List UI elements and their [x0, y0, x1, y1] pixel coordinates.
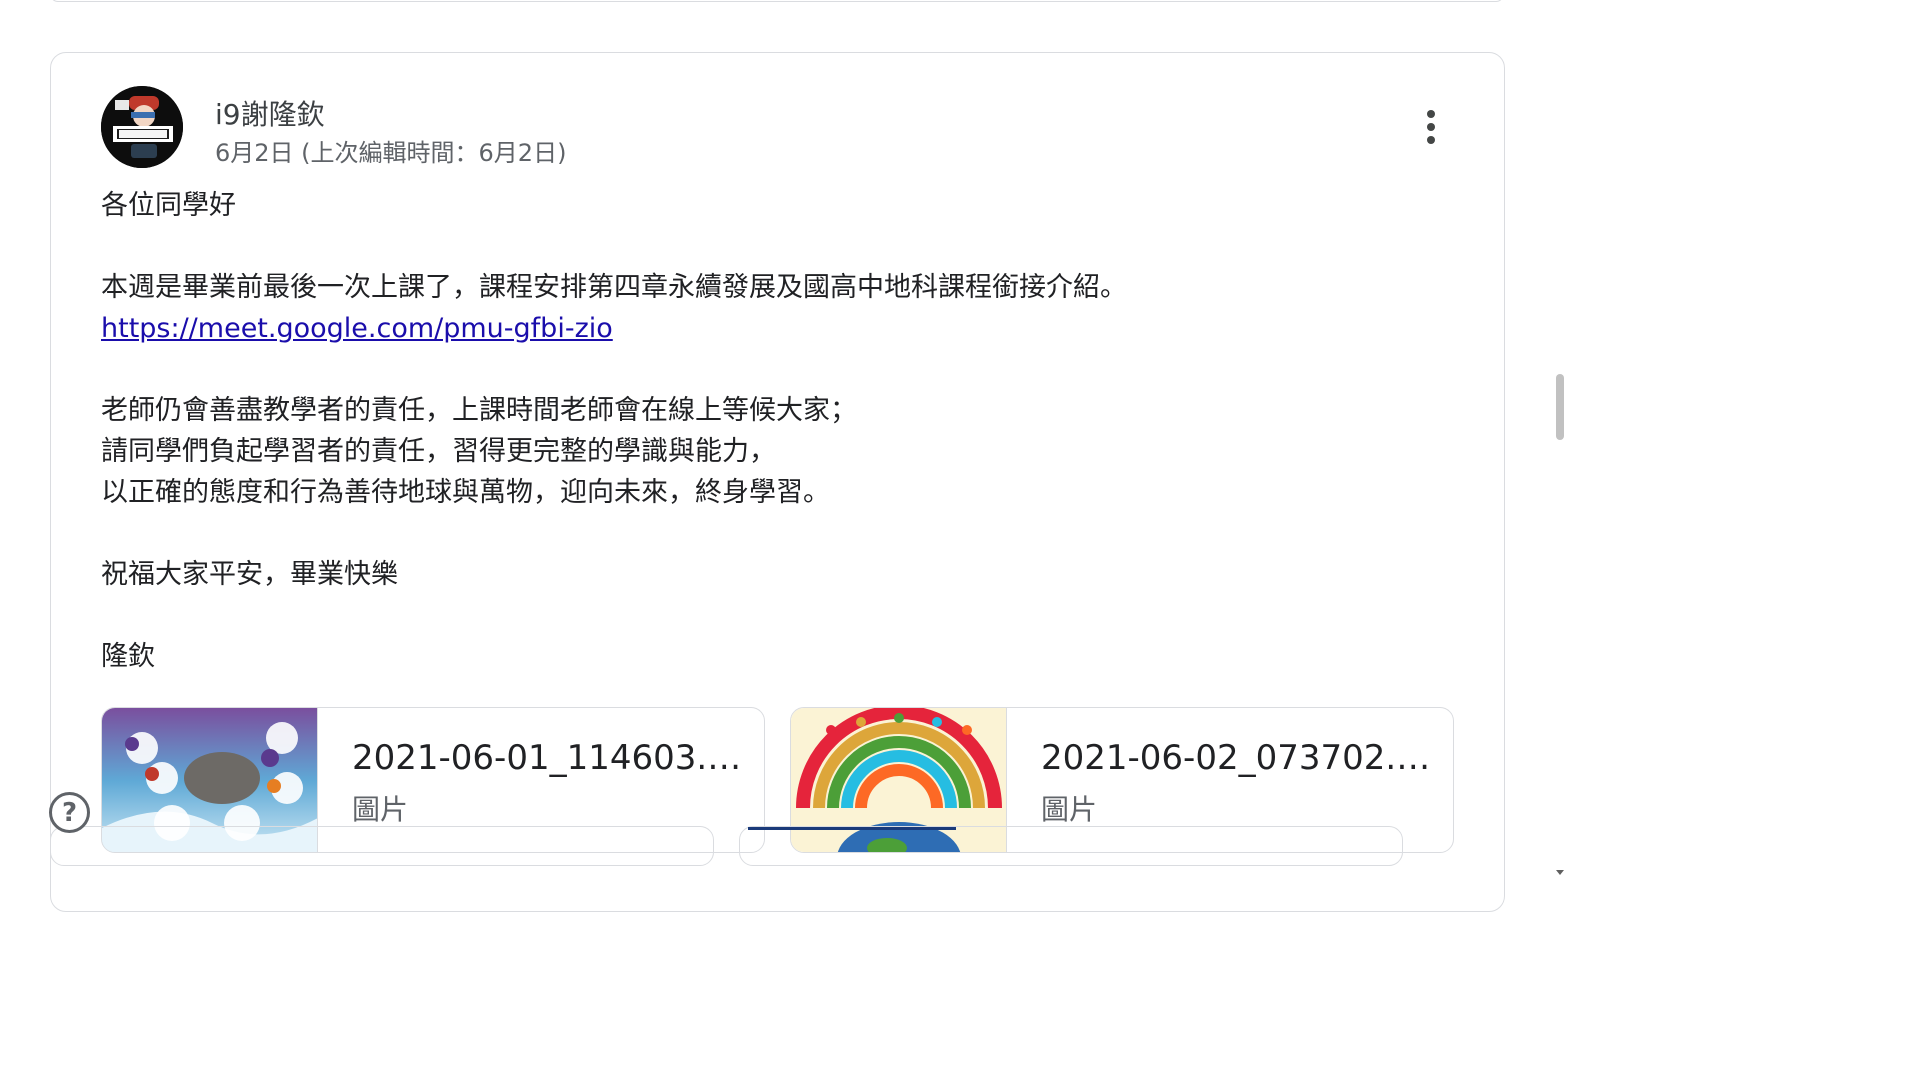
- thumbnail-edge: [748, 827, 956, 830]
- more-dot: [1427, 110, 1435, 118]
- meet-link[interactable]: https://meet.google.com/pmu-gfbi-zio: [101, 313, 613, 344]
- post-timestamp: 6月2日 (上次編輯時間：6月2日): [215, 139, 567, 167]
- post-wish: 祝福大家平安，畢業快樂: [101, 559, 398, 590]
- more-vert-icon[interactable]: [1409, 103, 1453, 151]
- scroll-down-arrow-icon[interactable]: [1556, 870, 1564, 875]
- attachment-file-type: 圖片: [1041, 793, 1098, 826]
- post-line: 以正確的態度和行為善待地球與萬物，迎向未來，終身學習。: [101, 477, 830, 508]
- avatar-image: [101, 86, 183, 168]
- attachment-card-partial[interactable]: [50, 826, 714, 866]
- meet-link-line: https://meet.google.com/pmu-gfbi-zio: [101, 308, 1401, 349]
- more-dot: [1427, 136, 1435, 144]
- attachment-card-partial[interactable]: [739, 826, 1403, 866]
- post-line: 本週是畢業前最後一次上課了，課程安排第四章永續發展及國高中地科課程銜接介紹。: [101, 272, 1127, 303]
- post-signature: 隆欽: [101, 641, 155, 672]
- attachment-file-name: 2021-06-01_114603.jpg: [352, 738, 742, 778]
- post-line: 老師仍會善盡教學者的責任，上課時間老師會在線上等候大家；: [101, 395, 857, 426]
- announcement-post-card: i9謝隆欽 6月2日 (上次編輯時間：6月2日) 各位同學好 本週是畢業前最後一…: [50, 52, 1505, 912]
- scrollbar-thumb[interactable]: [1556, 374, 1564, 440]
- attachment-file-type: 圖片: [352, 793, 409, 826]
- page-scrollbar[interactable]: [1552, 0, 1568, 882]
- help-icon[interactable]: ?: [49, 792, 90, 833]
- attachment-file-name: 2021-06-02_073702.jpg: [1041, 738, 1431, 778]
- author-name[interactable]: i9謝隆欽: [215, 93, 325, 133]
- post-body: 各位同學好 本週是畢業前最後一次上課了，課程安排第四章永續發展及國高中地科課程銜…: [101, 185, 1401, 677]
- more-dot: [1427, 123, 1435, 131]
- post-line: 請同學們負起學習者的責任，習得更完整的學識與能力，: [101, 436, 776, 467]
- previous-post-card-edge: [50, 0, 1504, 2]
- post-greeting: 各位同學好: [101, 190, 236, 221]
- author-avatar[interactable]: [101, 86, 183, 168]
